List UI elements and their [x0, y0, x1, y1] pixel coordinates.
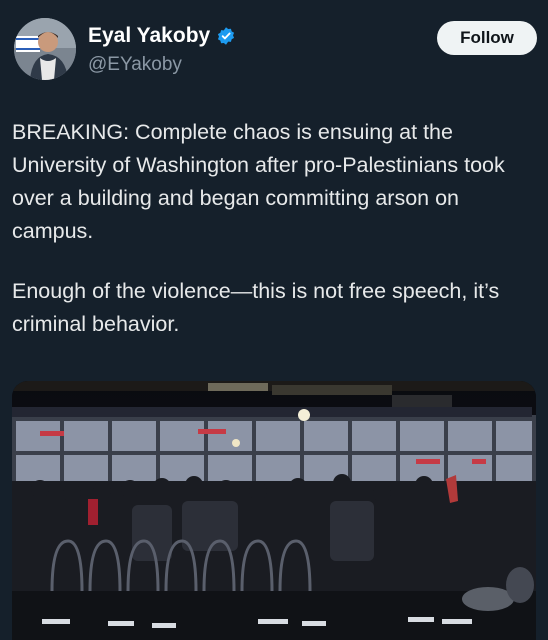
- tweet-header: Eyal Yakoby @EYakoby Follow: [14, 18, 537, 84]
- protest-scene-photo: [12, 381, 536, 640]
- author-name-row: Eyal Yakoby: [88, 24, 236, 48]
- verified-badge-icon: [216, 26, 236, 46]
- author-handle[interactable]: @EYakoby: [88, 54, 182, 76]
- tweet-text: BREAKING: Complete chaos is ensuing at t…: [12, 116, 538, 341]
- follow-button[interactable]: Follow: [437, 21, 537, 55]
- avatar[interactable]: [14, 18, 76, 80]
- author-name[interactable]: Eyal Yakoby: [88, 24, 210, 48]
- tweet-paragraph-1: BREAKING: Complete chaos is ensuing at t…: [12, 120, 505, 243]
- tweet-media-image[interactable]: [12, 381, 536, 640]
- tweet-paragraph-2: Enough of the violence—this is not free …: [12, 279, 500, 336]
